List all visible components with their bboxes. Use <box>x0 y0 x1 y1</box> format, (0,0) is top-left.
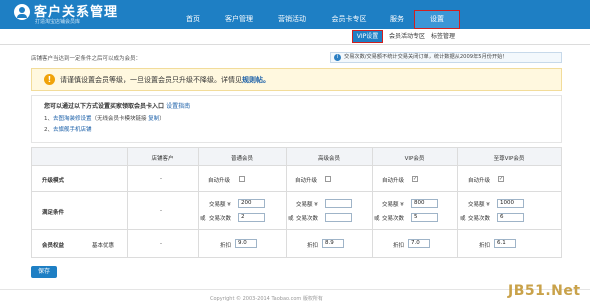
nav-home[interactable]: 首页 <box>174 10 212 29</box>
column-divider <box>372 148 373 257</box>
count-input[interactable]: 2 <box>238 213 265 222</box>
count-label: 交易次数 <box>382 216 405 222</box>
subtab-vip-settings[interactable]: VIP设置 <box>352 30 383 43</box>
discount-label: 折扣 <box>479 243 491 249</box>
nav-member-card[interactable]: 会员卡专区 <box>318 10 380 29</box>
amount-input[interactable] <box>325 199 352 208</box>
auto-upgrade-label: 自动升级 <box>295 178 318 184</box>
auto-upgrade-label: 自动升级 <box>208 178 231 184</box>
or-label: 或 <box>200 216 206 222</box>
amount-input[interactable]: 200 <box>238 199 265 208</box>
or-label: 或 <box>288 216 294 222</box>
amount-label: 交易额 ¥ <box>382 202 404 208</box>
guide-title: 您可以通过以下方式设置买家领取会员卡入口 设置指南 <box>44 101 190 110</box>
amount-input[interactable]: 800 <box>411 199 438 208</box>
auto-upgrade-checkbox[interactable] <box>239 176 245 182</box>
warning-icon: ! <box>44 74 55 85</box>
auto-upgrade-checkbox[interactable]: ✓ <box>498 176 504 182</box>
discount-input[interactable]: 9.0 <box>235 239 257 248</box>
decoration-link[interactable]: 去图淘装修设置 <box>53 116 92 122</box>
rules-link[interactable]: 规则帖。 <box>242 76 270 84</box>
nav-settings[interactable]: 设置 <box>414 10 460 29</box>
mobile-shop-link[interactable]: 去旗舰手机店铺 <box>53 127 92 133</box>
subtab-tag-management[interactable]: 标签管理 <box>431 31 455 42</box>
header-shop-customer: 店铺客户 <box>151 156 174 162</box>
amount-input[interactable]: 1000 <box>497 199 524 208</box>
subtab-member-activity[interactable]: 会员活动专区 <box>389 31 425 42</box>
header-vip-member: VIP会员 <box>404 156 425 162</box>
count-input[interactable]: 5 <box>411 213 438 222</box>
guide-line-1: 1、去图淘装修设置（无线会员卡模块链接 复制） <box>44 114 165 122</box>
upgrade-mode-label: 升级模式 <box>42 178 65 184</box>
settings-guide-link[interactable]: 设置指南 <box>166 103 190 110</box>
auto-upgrade-checkbox[interactable] <box>325 176 331 182</box>
guide-line-1-text: （无线会员卡模块链接 <box>91 116 147 122</box>
condition-row <box>32 192 561 230</box>
intro-text: 店铺客户当达到一定条件之后可以成为会员： <box>31 56 142 62</box>
benefit-label: 会员权益 <box>42 243 65 249</box>
copyright: Copyright © 2003-2014 Taobao.com 版权所有 <box>210 296 323 302</box>
notice-text: 交易次数/交易额不统计交易关闭订单，统计数据从2009年5月份开始！ <box>344 54 508 60</box>
info-icon: i <box>334 54 341 61</box>
main-nav: 首页 客户管理 营销活动 会员卡专区 服务 设置 <box>174 10 460 29</box>
header-normal-member: 普通会员 <box>230 156 253 162</box>
app-subtitle: 打造淘宝店铺会员库 <box>35 19 81 25</box>
shop-benefit-value: - <box>160 241 162 247</box>
count-label: 交易次数 <box>296 216 319 222</box>
nav-service[interactable]: 服务 <box>380 10 414 29</box>
discount-label: 折扣 <box>307 243 319 249</box>
count-label: 交易次数 <box>468 216 491 222</box>
or-label: 或 <box>374 216 380 222</box>
header-advanced-member: 高级会员 <box>317 156 340 162</box>
count-input[interactable]: 6 <box>497 213 524 222</box>
discount-input[interactable]: 7.0 <box>408 239 430 248</box>
amount-label: 交易额 ¥ <box>296 202 318 208</box>
member-level-table: 店铺客户 普通会员 高级会员 VIP会员 至尊VIP会员 升级模式 - 自动升级… <box>31 147 562 258</box>
guide-title-text: 您可以通过以下方式设置买家领取会员卡入口 <box>44 103 165 110</box>
discount-label: 折扣 <box>220 243 232 249</box>
sub-nav: VIP设置 会员活动专区 标签管理 <box>0 29 590 45</box>
auto-upgrade-checkbox[interactable]: ✓ <box>412 176 418 182</box>
watermark: JB51.Net <box>508 283 581 299</box>
guide-line-1-num: 1、 <box>44 116 53 122</box>
header-supreme-vip-member: 至尊VIP会员 <box>493 156 525 162</box>
nav-marketing[interactable]: 营销活动 <box>266 10 318 29</box>
condition-label: 满足条件 <box>42 210 65 216</box>
stats-notice: i 交易次数/交易额不统计交易关闭订单，统计数据从2009年5月份开始！ <box>330 52 562 63</box>
warning-message: 请谨慎设置会员等级，一旦设置会员只升级不降级。详情见 <box>60 76 242 84</box>
crm-logo-icon <box>14 4 30 20</box>
auto-upgrade-label: 自动升级 <box>468 178 491 184</box>
or-label: 或 <box>460 216 466 222</box>
discount-input[interactable]: 6.1 <box>494 239 516 248</box>
save-button[interactable]: 保存 <box>31 266 57 278</box>
top-header: 客户关系管理 打造淘宝店铺会员库 首页 客户管理 营销活动 会员卡专区 服务 设… <box>0 0 590 29</box>
discount-input[interactable]: 8.9 <box>322 239 344 248</box>
footer-divider <box>0 289 590 290</box>
amount-label: 交易额 ¥ <box>209 202 231 208</box>
nav-customer-management[interactable]: 客户管理 <box>212 10 266 29</box>
amount-label: 交易额 ¥ <box>468 202 490 208</box>
copy-link[interactable]: 复制 <box>148 116 159 122</box>
shop-condition-value: - <box>160 208 162 214</box>
benefit-sublabel: 基本优惠 <box>92 243 115 249</box>
guide-box: 您可以通过以下方式设置买家领取会员卡入口 设置指南 1、去图淘装修设置（无线会员… <box>31 95 562 143</box>
column-divider <box>286 148 287 257</box>
guide-line-1-suffix: ） <box>159 116 165 122</box>
shop-upgrade-value: - <box>160 176 162 182</box>
count-input[interactable] <box>325 213 352 222</box>
guide-line-2: 2、去旗舰手机店铺 <box>44 125 92 133</box>
column-divider <box>198 148 199 257</box>
warning-text: 请谨慎设置会员等级，一旦设置会员只升级不降级。详情见规则帖。 <box>60 75 270 85</box>
column-divider <box>457 148 458 257</box>
count-label: 交易次数 <box>209 216 232 222</box>
warning-box: ! 请谨慎设置会员等级，一旦设置会员只升级不降级。详情见规则帖。 <box>31 68 562 91</box>
guide-line-2-num: 2、 <box>44 127 53 133</box>
column-divider <box>127 148 128 257</box>
discount-label: 折扣 <box>393 243 405 249</box>
auto-upgrade-label: 自动升级 <box>382 178 405 184</box>
